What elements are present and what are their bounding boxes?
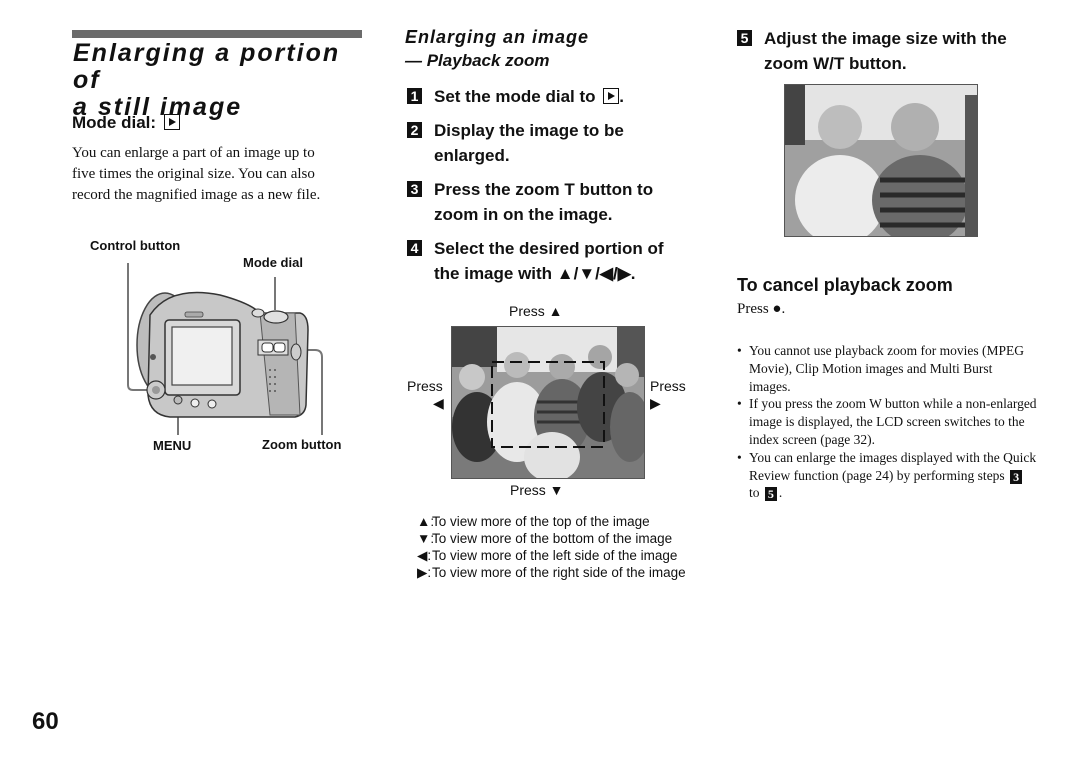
playback-icon (603, 88, 620, 104)
mode-dial-label: Mode dial: (72, 113, 157, 132)
step-number: 5 (737, 30, 752, 46)
step-ref: 3 (1010, 469, 1023, 484)
mode-dial-heading: Mode dial: (72, 113, 180, 133)
right-arrow-icon: ▶ (650, 395, 661, 411)
press-right-label: Press (650, 378, 686, 394)
note-text: You cannot use playback zoom for movies … (749, 343, 1024, 394)
zoomed-photo (784, 84, 978, 237)
legend-symbol: ▲: (417, 514, 435, 529)
cancel-heading: To cancel playback zoom (737, 275, 953, 295)
note-item: • If you press the zoom W button while a … (737, 395, 1037, 448)
bullet: • (737, 343, 742, 358)
step-text-cont: enlarged. (434, 146, 510, 165)
playback-icon (163, 114, 180, 130)
intro-line: You can enlarge a part of an image up to (72, 145, 315, 161)
step-text: Press the zoom T button to (434, 180, 654, 199)
note-text: performing steps (913, 467, 1005, 483)
camera-illustration (127, 263, 323, 435)
step-text: Select the desired portion of (434, 239, 664, 258)
page-number: 60 (32, 708, 59, 735)
intro-line: five times the original size. You can al… (72, 166, 315, 182)
step-text: Set the mode dial to (434, 87, 596, 106)
legend-symbol: ▶: (417, 565, 432, 580)
menu-label: MENU (153, 438, 192, 453)
step-text-cont: the image with ▲/▼/◀/▶. (434, 264, 636, 283)
page-title: Enlarging a portion of a still image (73, 40, 373, 121)
press-left-label: Press (407, 378, 443, 394)
step-number: 3 (407, 181, 422, 197)
step-number: 2 (407, 122, 422, 138)
step-1: 1 Set the mode dial to . (407, 84, 707, 109)
group-photo (451, 326, 645, 479)
press-down-label: Press ▼ (510, 482, 564, 498)
legend-text: To view more of the top of the image (432, 514, 650, 529)
legend-text: To view more of the bottom of the image (432, 531, 673, 546)
notes-list: • You cannot use playback zoom for movies… (737, 342, 1037, 502)
legend-item: ▼: To view more of the bottom of the imag… (417, 530, 707, 547)
step-text: Display the image to be (434, 121, 624, 140)
bullet: • (737, 396, 742, 412)
step-2: 2 Display the image to be enlarged. (407, 118, 707, 168)
legend-text: To view more of the left side of the ima… (432, 548, 678, 563)
step-text-cont: zoom in on the image. (434, 205, 613, 224)
step-4: 4 Select the desired portion of the image… (407, 236, 707, 286)
note-item: • You cannot use playback zoom for movies… (737, 342, 1037, 395)
arrow-legend: ▲: To view more of the top of the image ▼… (417, 513, 707, 581)
step-text-cont: zoom W/T button. (764, 54, 907, 73)
step-ref: 5 (764, 487, 777, 502)
legend-symbol: ▼: (417, 531, 435, 546)
press-up-label: Press ▲ (509, 303, 563, 319)
legend-text: To view more of the right side of the im… (432, 565, 686, 580)
bullet: • (737, 449, 742, 465)
section-title: Enlarging an image (405, 27, 590, 47)
legend-symbol: ◀: (417, 548, 432, 563)
step-text: Adjust the image size with the (764, 29, 1007, 48)
note-item: • You can enlarge the images displayed wi… (737, 449, 1037, 502)
section-subtitle: — Playback zoom (405, 51, 550, 70)
control-button-label: Control button (90, 238, 181, 253)
legend-item: ◀: To view more of the left side of the i… (417, 547, 707, 564)
note-text: to (749, 485, 760, 501)
left-arrow-icon: ◀ (433, 395, 444, 411)
intro-line: record the magnified image as a new file… (72, 187, 321, 203)
title-bar-decoration (72, 30, 362, 38)
step-5: 5 Adjust the image size with the zoom W/T… (737, 26, 1037, 76)
intro-paragraph: You can enlarge a part of an image up to… (72, 143, 372, 206)
step-3: 3 Press the zoom T button to zoom in on t… (407, 177, 707, 227)
note-text: If you press the zoom W button while a n… (749, 396, 1037, 447)
cancel-text: Press ●. (737, 301, 786, 317)
page-title-line1: Enlarging a portion of (73, 39, 341, 94)
step-number: 4 (407, 240, 422, 256)
legend-item: ▲: To view more of the top of the image (417, 513, 707, 530)
step-number: 1 (407, 88, 422, 104)
note-text: . (778, 485, 783, 501)
legend-item: ▶: To view more of the right side of the … (417, 564, 707, 581)
